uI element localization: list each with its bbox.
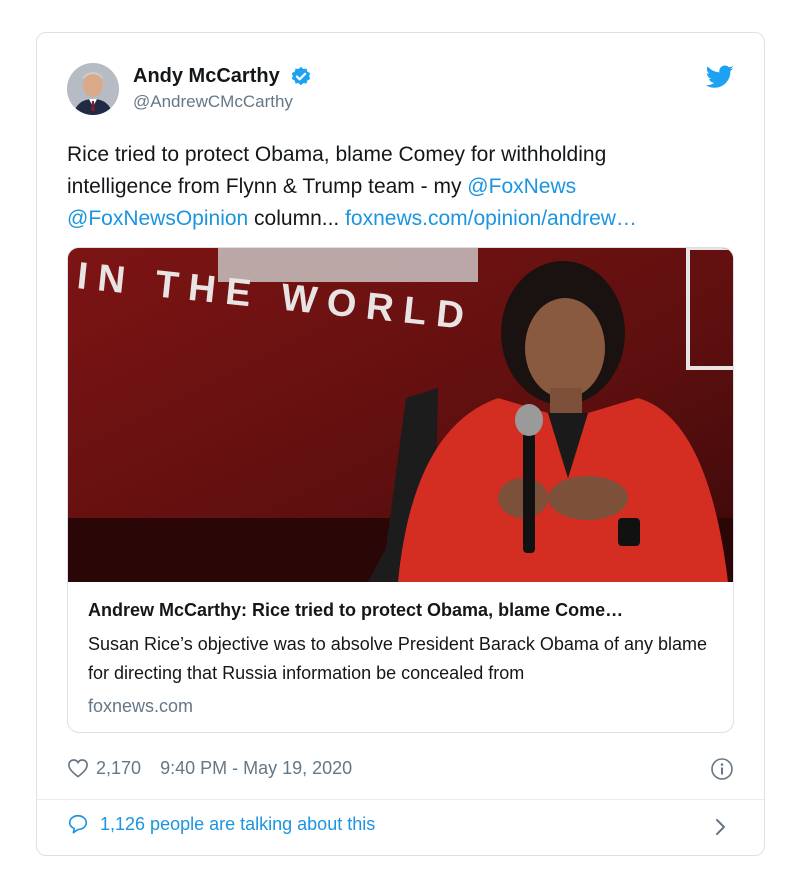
twitter-bird-icon[interactable] [706,65,734,89]
heart-icon[interactable] [67,758,89,778]
card-title: Andrew McCarthy: Rice tried to protect O… [88,600,624,620]
link-preview-card[interactable]: IN THE WORLD Andrew McCarthy: Rice tried… [67,247,734,733]
chevron-right-icon[interactable] [714,817,728,837]
talking-about-link[interactable]: 1,126 people are talking about this [67,813,734,843]
like-count[interactable]: 2,170 [96,758,141,778]
card-description: Susan Rice’s objective was to absolve Pr… [88,634,707,683]
author-handle[interactable]: @AndrewCMcCarthy [133,92,312,112]
tweet-meta: 2,170 9:40 PM - May 19, 2020 [67,757,734,785]
author-display-name[interactable]: Andy McCarthy [133,65,280,88]
talking-about-text[interactable]: 1,126 people are talking about this [100,814,375,834]
info-icon[interactable] [710,757,734,781]
card-photo: IN THE WORLD [68,248,733,582]
avatar-image [67,63,119,115]
verified-badge-icon [291,66,311,85]
mention-foxnews[interactable]: @FoxNews [467,175,576,198]
tweet-embed: Andy McCarthy @AndrewCMcCarthy Rice trie… [36,32,765,856]
author-names: Andy McCarthy @AndrewCMcCarthy [133,65,312,112]
tweet-header: Andy McCarthy @AndrewCMcCarthy [67,63,734,119]
tweet-text-part2: column... [248,207,346,230]
author-avatar[interactable] [67,63,119,115]
card-image: IN THE WORLD [68,248,733,582]
tweet-text: Rice tried to protect Obama, blame Comey… [67,139,707,235]
tweet-timestamp[interactable]: 9:40 PM - May 19, 2020 [160,758,352,778]
mention-foxnewsopinion[interactable]: @FoxNewsOpinion [67,207,248,230]
card-body: Andrew McCarthy: Rice tried to protect O… [68,582,733,717]
speech-bubble-icon [68,815,88,834]
footer-divider [37,799,764,800]
card-domain: foxnews.com [88,696,194,716]
tweet-url-link[interactable]: foxnews.com/opinion/andrew… [345,207,637,230]
